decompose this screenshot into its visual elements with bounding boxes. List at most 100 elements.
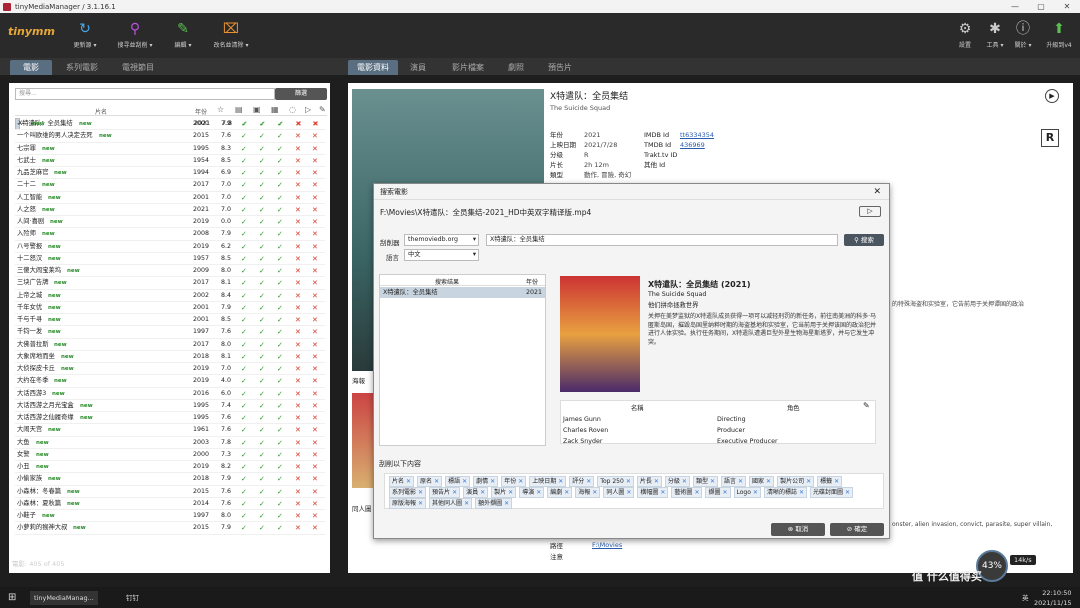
scrape-option-tag[interactable]: 片長 ✕ [636,476,662,487]
scrape-option-tag[interactable]: 原版海報 ✕ [389,498,427,509]
rename-button[interactable]: ⌧ 改名並清除 ▾ [206,18,256,49]
filter-button[interactable]: 篩選 [275,88,327,100]
movie-row[interactable]: 女警 2000 7.3 ✓ ✓ ✓ ✕ ✕ new [15,449,325,461]
remove-icon[interactable]: ✕ [564,489,569,496]
scraper-select[interactable]: themoviedb.org ▾ [404,234,479,246]
scrape-option-tag[interactable]: 類型 ✕ [692,476,718,487]
scrape-option-tag[interactable]: 編劇 ✕ [547,487,573,498]
remove-icon[interactable]: ✕ [626,478,631,485]
minimize-button[interactable]: — [1002,0,1028,13]
scrape-option-tag[interactable]: 藝術圖 ✕ [671,487,703,498]
scrape-option-tag[interactable]: Logo ✕ [733,487,761,498]
tab-movie-details[interactable]: 電影資料 [348,60,398,75]
movie-row[interactable]: 人间·喜剧 2019 0.0 ✓ ✓ ✓ ✕ ✕ new [15,216,325,229]
scrape-option-tag[interactable]: 原名 ✕ [417,476,443,487]
movie-row[interactable]: 千年女优 2001 7.9 ✓ ✓ ✓ ✕ ✕ new [15,302,325,314]
remove-icon[interactable]: ✕ [654,478,659,485]
taskbar-app-dingtalk[interactable]: 钉钉 [126,591,139,605]
remove-icon[interactable]: ✕ [806,478,811,485]
star-icon[interactable]: ☆ [217,105,224,114]
movie-row[interactable]: 大约在冬季 2019 4.0 ✓ ✓ ✓ ✕ ✕ new [15,375,325,388]
remove-icon[interactable]: ✕ [452,489,457,496]
result-row[interactable]: X特遣队：全员集结 2021 [380,287,545,298]
remove-icon[interactable]: ✕ [464,500,469,507]
fanart-icon[interactable]: ▦ [271,105,279,114]
remove-icon[interactable]: ✕ [682,478,687,485]
scrape-option-tag[interactable]: 預告片 ✕ [429,487,461,498]
movie-row[interactable]: 大侦探皮卡丘 2019 7.0 ✓ ✓ ✓ ✕ ✕ new [15,363,325,376]
remove-icon[interactable]: ✕ [508,489,513,496]
upgrade-button[interactable]: ⬆ 升級到v4 [1034,18,1080,49]
search-input[interactable]: 搜尋... [15,88,275,100]
search-scrape-button[interactable]: ⚲ 搜寻並刮削 ▾ [110,18,160,49]
movie-row[interactable]: 入殓师 2008 7.9 ✓ ✓ ✓ ✕ ✕ new [15,228,325,241]
trailer-icon[interactable]: ▷ [305,105,311,114]
remove-icon[interactable]: ✕ [799,489,804,496]
remove-icon[interactable]: ✕ [406,478,411,485]
movie-row[interactable]: 大象席地而坐 2018 8.1 ✓ ✓ ✓ ✕ ✕ new [15,351,325,363]
ime-indicator[interactable]: 英 [1022,591,1029,605]
scrape-option-tag[interactable]: 清晰的標誌 ✕ [763,487,807,498]
movie-row[interactable]: ---- 2000 7.9 ✓ ✓ ✓ ✕ ✕ new [15,118,325,131]
image-icon[interactable]: ▣ [253,105,261,114]
ok-button[interactable]: ⊘ 確定 [830,523,884,536]
remove-icon[interactable]: ✕ [766,478,771,485]
movie-row[interactable]: 大闹天宫 1961 7.6 ✓ ✓ ✓ ✕ ✕ new [15,424,325,437]
movie-row[interactable]: 大话西游之月光宝盒 1995 7.4 ✓ ✓ ✓ ✕ ✕ new [15,400,325,412]
scrape-option-tag[interactable]: 其他同人圖 ✕ [429,498,473,509]
movie-row[interactable]: 人工智能 2001 7.0 ✓ ✓ ✓ ✕ ✕ new [15,192,325,204]
scrape-option-tag[interactable]: 演員 ✕ [463,487,489,498]
movie-row[interactable]: 八号警报 2019 6.2 ✓ ✓ ✓ ✕ ✕ new [15,241,325,253]
scrape-option-tag[interactable]: 光碟封面圖 ✕ [809,487,854,498]
scrape-option-tag[interactable]: 劇情 ✕ [473,476,499,487]
tab-artwork[interactable]: 劇照 [500,60,532,75]
scrape-option-tag[interactable]: 片名 ✕ [389,476,415,487]
movie-row[interactable]: 千与千寻 2001 8.5 ✓ ✓ ✓ ✕ ✕ new [15,314,325,327]
close-button[interactable]: ✕ [1054,0,1080,13]
remove-icon[interactable]: ✕ [418,500,423,507]
remove-icon[interactable]: ✕ [558,478,563,485]
scrape-option-tag[interactable]: 年份 ✕ [501,476,527,487]
language-select[interactable]: 中文 ▾ [404,249,479,261]
tab-movies[interactable]: 電影 [10,60,52,75]
remove-icon[interactable]: ✕ [845,489,850,496]
remove-icon[interactable]: ✕ [592,489,597,496]
remove-icon[interactable]: ✕ [660,489,665,496]
scrape-option-tag[interactable]: 標語 ✕ [445,476,471,487]
remove-icon[interactable]: ✕ [480,489,485,496]
remove-icon[interactable]: ✕ [518,478,523,485]
play-icon[interactable]: ▶ [1045,89,1059,103]
movie-row[interactable]: 人之怒 2021 7.0 ✓ ✓ ✓ ✕ ✕ new [15,204,325,216]
movie-row[interactable]: 大话西游3 2016 6.0 ✓ ✓ ✓ ✕ ✕ new [15,388,325,400]
remove-icon[interactable]: ✕ [536,489,541,496]
movie-row[interactable]: 十二怒汉 1957 8.5 ✓ ✓ ✓ ✕ ✕ new [15,253,325,265]
movie-row[interactable]: 小森林：冬春篇 2015 7.6 ✓ ✓ ✓ ✕ ✕ new [15,486,325,498]
movie-row[interactable]: 九品芝麻官 1994 6.9 ✓ ✓ ✓ ✕ ✕ new [15,167,325,180]
movie-row[interactable]: 上帝之城 2002 8.4 ✓ ✓ ✓ ✕ ✕ new [15,290,325,302]
scrape-option-tag[interactable]: 語言 ✕ [720,476,747,487]
remove-icon[interactable]: ✕ [626,489,631,496]
movie-row[interactable]: 大鱼 2003 7.8 ✓ ✓ ✓ ✕ ✕ new [15,437,325,449]
scrape-option-tag[interactable]: Top 250 ✕ [597,476,634,487]
search-query-input[interactable]: X特遣队：全员集结 [486,234,838,246]
movie-path-link[interactable]: F:\Movies [592,541,622,549]
remove-icon[interactable]: ✕ [834,478,839,485]
remove-icon[interactable]: ✕ [418,489,423,496]
movie-row[interactable]: 七武士 1954 8.5 ✓ ✓ ✓ ✕ ✕ new [15,155,325,167]
nfo-icon[interactable]: ▤ [235,105,243,114]
col-title[interactable]: 片名 [95,107,107,116]
col-year[interactable]: 年份 [195,107,207,116]
movie-row[interactable]: 千钧一发 1997 7.6 ✓ ✓ ✓ ✕ ✕ new [15,326,325,339]
edit-icon[interactable]: ✎ [319,105,326,114]
remove-icon[interactable]: ✕ [722,489,727,496]
movie-row[interactable]: 一个叫欧维的男人决定去死 2015 7.6 ✓ ✓ ✓ ✕ ✕ new [15,130,325,143]
scrape-option-tag[interactable]: 海報 ✕ [575,487,601,498]
tab-trailer[interactable]: 預告片 [540,60,580,75]
tab-media-files[interactable]: 影片檔案 [444,60,492,75]
clock[interactable]: 22:10:50 2021/11/15 [1034,588,1071,607]
movie-row[interactable]: 大佛普拉斯 2017 8.0 ✓ ✓ ✓ ✕ ✕ new [15,339,325,351]
subtitle-icon[interactable]: ◌ [289,105,296,114]
movie-row[interactable]: 小偷家族 2018 7.9 ✓ ✓ ✓ ✕ ✕ new [15,473,325,486]
search-button[interactable]: ⚲ 搜索 [844,234,884,246]
scrape-option-tag[interactable]: 同人圖 ✕ [603,487,635,498]
